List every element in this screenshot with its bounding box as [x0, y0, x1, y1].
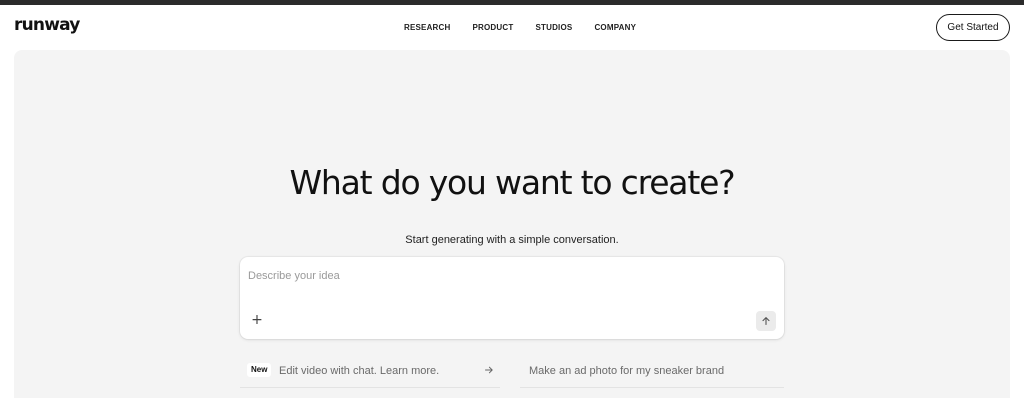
- suggestion-text: Make an ad photo for my sneaker brand: [529, 365, 725, 377]
- hero-subline: Start generating with a simple conversat…: [405, 234, 619, 246]
- nav-company[interactable]: COMPANY: [594, 23, 636, 32]
- suggestion-edit-video[interactable]: New Edit video with chat. Learn more.: [240, 356, 500, 388]
- new-badge: New: [247, 363, 272, 377]
- arrow-up-icon: [762, 317, 770, 326]
- hero-headline: What do you want to create?: [289, 163, 736, 202]
- prompt-box: +: [240, 257, 784, 339]
- suggestion-text: Edit video with chat. Learn more.: [279, 365, 440, 377]
- nav-product[interactable]: PRODUCT: [473, 23, 514, 32]
- arrow-right-icon: [485, 366, 493, 374]
- plus-icon[interactable]: +: [250, 313, 264, 327]
- runway-logo[interactable]: runway: [14, 15, 80, 35]
- suggestion-ad-photo[interactable]: Make an ad photo for my sneaker brand: [520, 356, 784, 388]
- get-started-button[interactable]: Get Started: [936, 14, 1010, 41]
- hero-panel: [14, 50, 1010, 398]
- main-nav: RESEARCH PRODUCT STUDIOS COMPANY: [404, 23, 658, 32]
- nav-research[interactable]: RESEARCH: [404, 23, 451, 32]
- site-header: runway RESEARCH PRODUCT STUDIOS COMPANY …: [0, 5, 1024, 50]
- send-button[interactable]: [756, 311, 776, 331]
- nav-studios[interactable]: STUDIOS: [535, 23, 572, 32]
- prompt-input[interactable]: [248, 267, 768, 285]
